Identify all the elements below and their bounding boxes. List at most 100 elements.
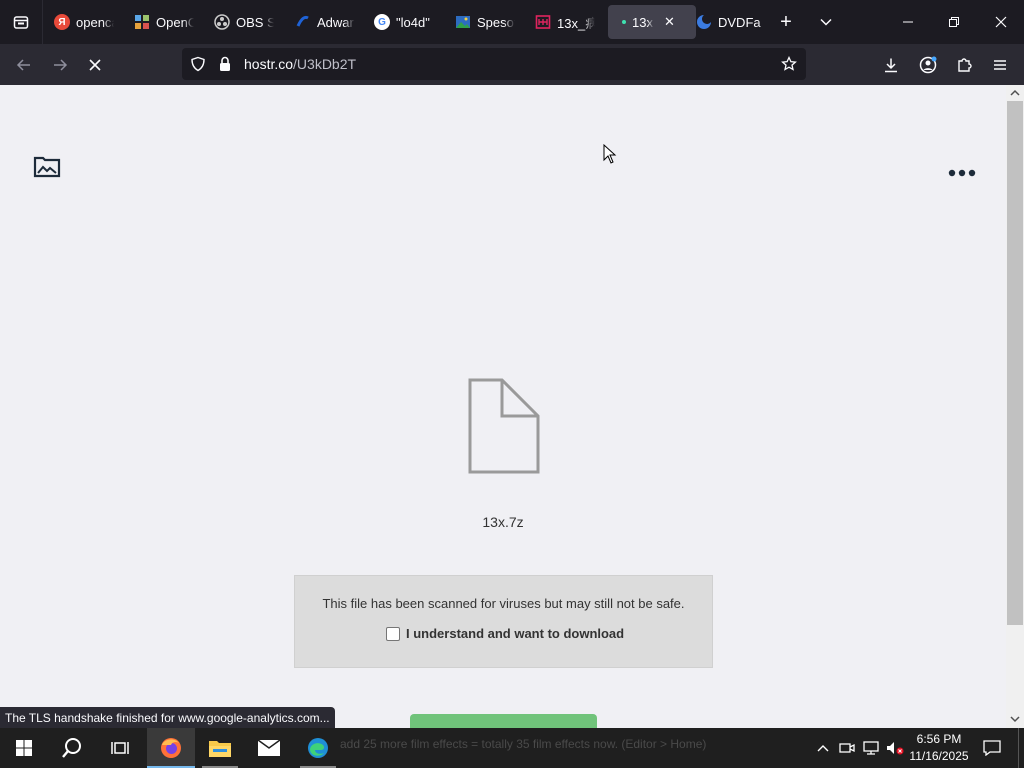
back-button[interactable]	[9, 50, 39, 80]
mail-icon	[257, 739, 281, 756]
volume-muted-icon	[887, 742, 904, 755]
account-icon	[919, 56, 937, 74]
new-tab-button[interactable]: +	[772, 8, 800, 36]
hostr-logo[interactable]	[33, 155, 61, 184]
google-icon: G	[374, 14, 390, 30]
tray-meet-now[interactable]	[836, 728, 858, 768]
file-icon	[467, 377, 541, 480]
list-all-tabs-button[interactable]	[812, 8, 840, 36]
tab-label: 13x_病	[557, 15, 595, 31]
tab-label: OpenC	[156, 14, 194, 30]
url-host: hostr.co	[244, 56, 294, 72]
scrollbar-thumb[interactable]	[1007, 101, 1023, 625]
close-window-button[interactable]	[978, 0, 1024, 44]
chevron-down-icon	[820, 18, 832, 26]
taskbar-mail[interactable]	[245, 728, 293, 768]
loading-dot-icon	[620, 14, 628, 30]
firefox-view-icon	[13, 16, 29, 29]
tab-spesoft[interactable]: Spesof	[455, 5, 515, 39]
arrow-right-icon	[54, 59, 68, 71]
tab-dvdfab[interactable]: DVDFa	[696, 5, 774, 39]
notification-icon	[983, 740, 1001, 756]
tab-openc[interactable]: OpenC	[134, 5, 194, 39]
windows-app-icon	[134, 14, 150, 30]
clock-time: 6:56 PM	[916, 732, 962, 746]
obs-icon	[214, 14, 230, 30]
show-hidden-icons-button[interactable]	[812, 728, 834, 768]
search-icon	[62, 738, 81, 758]
scroll-down-arrow-icon[interactable]	[1010, 716, 1020, 723]
tab-label: 13x.	[632, 14, 654, 30]
url-text[interactable]: hostr.co/U3kDb2T	[244, 56, 356, 72]
tab-label: DVDFa	[718, 14, 761, 30]
start-button[interactable]	[0, 728, 48, 768]
firefox-view-button[interactable]	[0, 0, 43, 44]
hostr-logo-icon	[33, 156, 61, 178]
more-dots-icon	[948, 169, 976, 177]
lock-icon[interactable]	[218, 56, 232, 72]
stop-x-icon	[89, 59, 101, 71]
file-name: 13x.7z	[482, 514, 524, 530]
acknowledge-label[interactable]: I understand and want to download	[406, 626, 624, 641]
show-desktop-button[interactable]	[1018, 728, 1024, 768]
arrow-left-icon	[16, 59, 30, 71]
tab-openca[interactable]: Я openca	[54, 5, 114, 39]
tab-13x-active[interactable]: 13x. ✕	[608, 5, 696, 39]
box-icon	[535, 14, 551, 30]
forward-button[interactable]	[45, 50, 75, 80]
clock-date: 11/16/2025	[909, 749, 969, 763]
taskbar-clock[interactable]: 6:56 PM 11/16/2025	[904, 731, 974, 765]
acknowledge-row[interactable]: I understand and want to download	[386, 626, 624, 641]
page-scrollbar[interactable]	[1006, 85, 1024, 728]
url-bar[interactable]: hostr.co/U3kDb2T	[182, 48, 806, 80]
taskbar-firefox[interactable]	[147, 728, 195, 768]
navigation-toolbar: hostr.co/U3kDb2T	[0, 44, 1024, 85]
taskbar-file-explorer[interactable]	[196, 728, 244, 768]
plus-icon: +	[780, 10, 792, 33]
tracking-protection-shield-icon[interactable]	[190, 56, 206, 72]
close-tab-icon[interactable]: ✕	[664, 14, 675, 30]
downloads-button[interactable]	[876, 50, 906, 80]
virus-warning-panel: This file has been scanned for viruses b…	[294, 575, 713, 668]
tab-obs[interactable]: OBS St	[214, 5, 274, 39]
restore-button[interactable]	[931, 0, 977, 44]
windows-taskbar: add 25 more film effects = totally 35 fi…	[0, 728, 1024, 768]
tab-13x-virus[interactable]: 13x_病	[535, 5, 595, 39]
tray-volume[interactable]	[884, 728, 906, 768]
tab-label: "lo4d"	[396, 14, 430, 30]
adwcleaner-icon	[295, 14, 311, 30]
tab-adwcleaner[interactable]: Adwar	[295, 5, 355, 39]
task-view-button[interactable]	[96, 728, 144, 768]
tab-label: Spesof	[477, 14, 515, 30]
yandex-icon: Я	[54, 14, 70, 30]
restore-icon	[949, 17, 959, 27]
firefox-icon	[161, 738, 181, 758]
stop-button[interactable]	[80, 50, 110, 80]
more-options-button[interactable]	[948, 165, 976, 186]
taskbar-edge[interactable]	[294, 728, 342, 768]
acknowledge-checkbox[interactable]	[386, 626, 400, 641]
virus-warning-text: This file has been scanned for viruses b…	[322, 596, 685, 611]
bookmark-star-icon[interactable]	[781, 56, 797, 72]
minimize-button[interactable]	[885, 0, 931, 44]
notifications-button[interactable]	[980, 728, 1004, 768]
search-button[interactable]	[48, 728, 96, 768]
scroll-up-arrow-icon[interactable]	[1010, 89, 1020, 96]
download-icon	[885, 58, 897, 73]
download-button[interactable]	[410, 714, 597, 728]
app-menu-button[interactable]	[985, 50, 1015, 80]
mouse-cursor-icon	[603, 144, 617, 164]
tab-google-search[interactable]: G "lo4d"	[374, 5, 442, 39]
chevron-up-icon	[817, 745, 829, 752]
account-button[interactable]	[913, 50, 943, 80]
url-path: /U3kDb2T	[293, 56, 357, 72]
tray-network[interactable]	[860, 728, 882, 768]
extensions-button[interactable]	[949, 50, 979, 80]
edge-icon	[308, 738, 328, 758]
dvdfab-icon	[696, 14, 712, 30]
close-icon	[995, 16, 1007, 28]
minimize-icon	[903, 21, 913, 23]
task-view-icon	[111, 742, 129, 754]
image-site-icon	[455, 14, 471, 30]
tab-label: OBS St	[236, 14, 274, 30]
